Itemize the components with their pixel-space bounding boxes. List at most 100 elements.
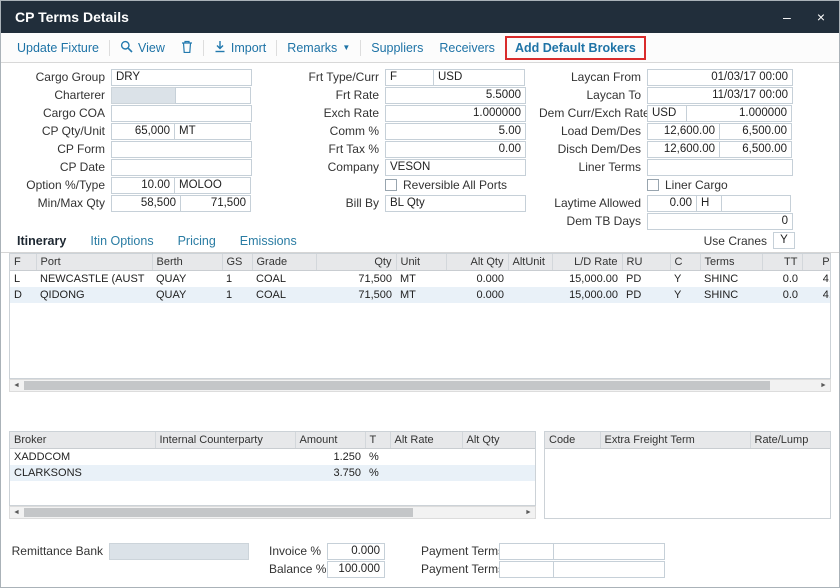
cell[interactable]: XADDCOM (10, 449, 155, 466)
scroll-track[interactable] (23, 380, 817, 391)
import-button[interactable]: Import (206, 37, 274, 59)
cell[interactable] (508, 287, 552, 303)
cell[interactable]: QUAY (152, 287, 222, 303)
cell[interactable]: D (10, 287, 36, 303)
cell[interactable]: SHINC (700, 287, 762, 303)
cell[interactable]: Y (670, 287, 700, 303)
delete-button[interactable] (173, 37, 201, 59)
dem-tb-days-field[interactable]: 0 (647, 213, 793, 230)
cell[interactable]: 1.250 (295, 449, 365, 466)
receivers-button[interactable]: Receivers (431, 38, 503, 58)
tab-emissions[interactable]: Emissions (240, 234, 297, 248)
cargo-group-field[interactable]: DRY (111, 69, 252, 86)
scroll-track[interactable] (23, 507, 522, 518)
load-dem-field[interactable]: 12,600.00 (647, 123, 720, 140)
min-qty-field[interactable]: 58,500 (111, 195, 181, 212)
cell[interactable]: CLARKSONS (10, 465, 155, 481)
scroll-right-icon[interactable]: ► (522, 507, 535, 518)
cell[interactable]: QIDONG (36, 287, 152, 303)
frt-curr-field[interactable]: USD (433, 69, 525, 86)
cell[interactable]: COAL (252, 271, 316, 288)
cell[interactable] (462, 449, 535, 466)
cp-unit-field[interactable]: MT (174, 123, 251, 140)
brokers-hscrollbar[interactable]: ◄ ► (9, 506, 536, 519)
laytime-unit-field[interactable]: H (696, 195, 722, 212)
close-button[interactable]: × (817, 10, 825, 24)
disch-dem-field[interactable]: 12,600.00 (647, 141, 720, 158)
tab-pricing[interactable]: Pricing (178, 234, 216, 248)
payment-terms-field[interactable] (553, 561, 665, 578)
cell[interactable]: 1 (222, 271, 252, 288)
cell[interactable] (390, 465, 462, 481)
max-qty-field[interactable]: 71,500 (180, 195, 251, 212)
table-row[interactable]: DQIDONGQUAY1COAL71,500MT0.00015,000.00PD… (10, 287, 831, 303)
cell[interactable]: PD (622, 287, 670, 303)
cp-qty-field[interactable]: 65,000 (111, 123, 175, 140)
cell[interactable]: 15,000.00 (552, 271, 622, 288)
cell[interactable] (155, 449, 295, 466)
bill-by-field[interactable]: BL Qty (385, 195, 526, 212)
cell[interactable]: % (365, 465, 390, 481)
add-default-brokers-button[interactable]: Add Default Brokers (511, 39, 640, 57)
cell[interactable]: 4.7 (802, 287, 831, 303)
frt-type-field[interactable]: F (385, 69, 434, 86)
cell[interactable]: 71,500 (316, 287, 396, 303)
table-row[interactable]: CLARKSONS 3.750% (10, 465, 535, 481)
reversible-all-ports-checkbox[interactable] (385, 179, 397, 191)
dem-exch-rate-field[interactable]: 1.000000 (686, 105, 792, 122)
cell[interactable]: 15,000.00 (552, 287, 622, 303)
table-row[interactable]: XADDCOM 1.250% (10, 449, 535, 466)
payment-terms-code-field[interactable] (499, 543, 554, 560)
cell[interactable] (390, 449, 462, 466)
cell[interactable]: 0.0 (762, 287, 802, 303)
liner-terms-field[interactable] (647, 159, 793, 176)
cell[interactable] (155, 465, 295, 481)
cell[interactable]: PD (622, 271, 670, 288)
suppliers-button[interactable]: Suppliers (363, 38, 431, 58)
cell[interactable] (508, 271, 552, 288)
option-type-field[interactable]: MOLOO (174, 177, 251, 194)
cell[interactable] (462, 465, 535, 481)
scroll-left-icon[interactable]: ◄ (10, 507, 23, 518)
payment-terms-code-field[interactable] (499, 561, 554, 578)
cell[interactable]: MT (396, 271, 446, 288)
cell[interactable]: MT (396, 287, 446, 303)
dem-curr-field[interactable]: USD (647, 105, 687, 122)
use-cranes-field[interactable]: Y (773, 232, 795, 249)
cp-form-field[interactable] (111, 141, 252, 158)
cell[interactable]: QUAY (152, 271, 222, 288)
exch-rate-field[interactable]: 1.000000 (385, 105, 526, 122)
laytime-allowed-field[interactable]: 0.00 (647, 195, 697, 212)
charterer-code-field[interactable] (111, 87, 176, 104)
scroll-thumb[interactable] (24, 508, 413, 517)
comm-pct-field[interactable]: 5.00 (385, 123, 526, 140)
disch-des-field[interactable]: 6,500.00 (719, 141, 792, 158)
load-des-field[interactable]: 6,500.00 (719, 123, 792, 140)
remarks-dropdown-button[interactable]: Remarks ▼ (279, 38, 358, 58)
scroll-thumb[interactable] (24, 381, 770, 390)
minimize-button[interactable]: – (783, 10, 791, 24)
laycan-from-field[interactable]: 01/03/17 00:00 (647, 69, 793, 86)
cell[interactable]: 4.7 (802, 271, 831, 288)
cell[interactable]: L (10, 271, 36, 288)
cargo-coa-field[interactable] (111, 105, 252, 122)
cell[interactable]: 0.000 (446, 271, 508, 288)
cell[interactable]: 71,500 (316, 271, 396, 288)
cell[interactable]: 1 (222, 287, 252, 303)
view-button[interactable]: View (112, 37, 173, 59)
cell[interactable]: NEWCASTLE (AUST (36, 271, 152, 288)
company-field[interactable]: VESON (385, 159, 526, 176)
table-row[interactable]: LNEWCASTLE (AUSTQUAY1COAL71,500MT0.000 15… (10, 271, 831, 288)
cell[interactable]: % (365, 449, 390, 466)
cell[interactable]: 0.0 (762, 271, 802, 288)
frt-rate-field[interactable]: 5.5000 (385, 87, 526, 104)
balance-pct-field[interactable]: 100.000 (327, 561, 385, 578)
cell[interactable]: 3.750 (295, 465, 365, 481)
cell[interactable]: Y (670, 271, 700, 288)
itinerary-hscrollbar[interactable]: ◄ ► (9, 379, 831, 392)
scroll-right-icon[interactable]: ► (817, 380, 830, 391)
option-pct-field[interactable]: 10.00 (111, 177, 175, 194)
laycan-to-field[interactable]: 11/03/17 00:00 (647, 87, 793, 104)
scroll-left-icon[interactable]: ◄ (10, 380, 23, 391)
cell[interactable]: SHINC (700, 271, 762, 288)
